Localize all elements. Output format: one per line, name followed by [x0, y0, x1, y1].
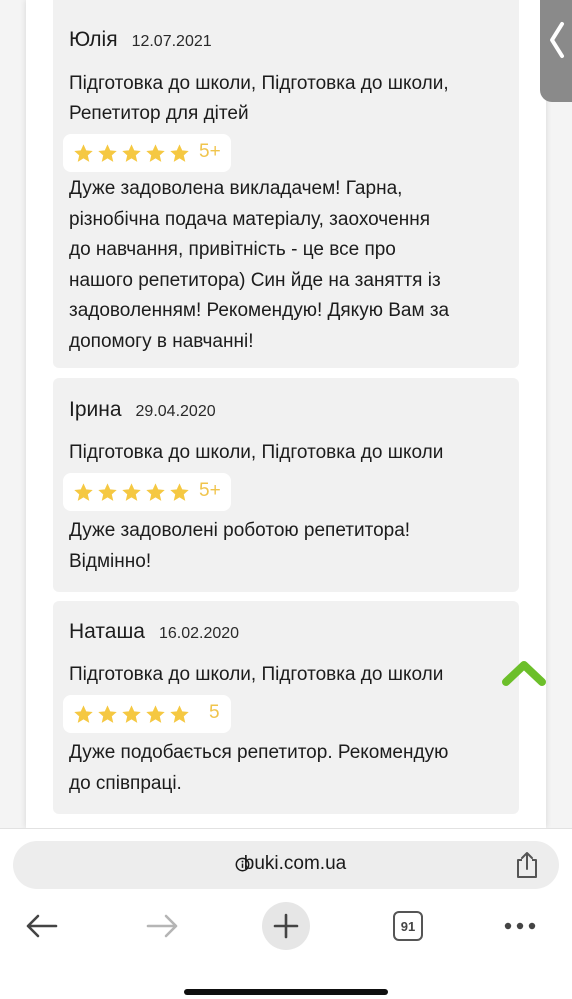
review-card: Ірина 29.04.2020 Підготовка до школи, Пі…: [53, 378, 519, 592]
more-button[interactable]: [500, 899, 540, 953]
review-text: Дуже задоволені роботою репетитора! Відм…: [69, 516, 507, 577]
plus-icon: [273, 913, 299, 939]
browser-toolbar: buki.com.ua 91: [0, 828, 572, 999]
star-icon: [122, 143, 141, 162]
reviews-column: Юлія 12.07.2021 Підготовка до школи, Під…: [26, 0, 546, 828]
review-subject: Підготовка до школи, Підготовка до школи: [69, 438, 503, 468]
review-text-line: задоволенням! Рекомендую! Дякую Вам за: [69, 300, 450, 321]
star-icon: [98, 143, 117, 162]
back-button[interactable]: [20, 899, 62, 953]
arrow-right-icon: [146, 914, 178, 938]
review-text: Дуже задоволена викладачем! Гарна, різно…: [69, 174, 507, 357]
star-icon: [146, 143, 165, 162]
page-viewport: Юлія 12.07.2021 Підготовка до школи, Під…: [0, 0, 572, 828]
star-rating: [73, 143, 190, 164]
tabs-icon: 91: [393, 911, 423, 941]
review-text-line: до навчання, привітність - це все про: [69, 239, 396, 260]
review-date: 16.02.2020: [158, 625, 240, 642]
review-text-line: Дуже подобається репетитор. Рекомендую: [69, 742, 449, 763]
home-indicator[interactable]: [184, 989, 388, 995]
review-date: 12.07.2021: [131, 33, 212, 50]
star-icon: [74, 143, 93, 162]
rating-badge: 5: [63, 695, 231, 733]
review-text-line: Відмінно!: [69, 550, 152, 572]
review-card: Наташа 16.02.2020 Підготовка до школи, П…: [53, 601, 519, 814]
review-text-line: різнобічна подача матеріалу, заохочення: [69, 208, 430, 230]
review-date: 29.04.2020: [135, 403, 216, 420]
star-icon: [122, 482, 141, 501]
review-text-line: Дуже задоволені роботою репетитора!: [69, 520, 411, 541]
star-icon: [98, 482, 117, 501]
star-icon: [74, 482, 93, 501]
rating-value: 5+: [199, 141, 221, 162]
share-icon[interactable]: [514, 851, 540, 879]
review-text-line: Дуже задоволена викладачем! Гарна,: [69, 178, 403, 199]
new-tab-button[interactable]: [262, 899, 310, 953]
review-text-line: до співпраці.: [69, 772, 182, 794]
review-text-line: допомогу в навчанні!: [69, 330, 254, 352]
review-header: Ірина 29.04.2020: [69, 398, 216, 422]
star-rating: [73, 482, 190, 503]
star-icon: [122, 704, 141, 723]
review-header: Наташа 16.02.2020: [69, 620, 239, 644]
reviewer-name: Юлія: [69, 28, 118, 51]
tabs-button[interactable]: 91: [388, 899, 428, 953]
review-text-line: нашого репетитора) Син йде на заняття із: [69, 269, 441, 291]
arrow-left-icon: [26, 914, 58, 938]
more-dots-icon: [504, 922, 536, 930]
chevron-left-icon: [550, 22, 564, 58]
star-icon: [146, 704, 165, 723]
review-subject-line: Репетитор для дітей: [69, 103, 249, 124]
review-card: Юлія 12.07.2021 Підготовка до школи, Під…: [53, 0, 519, 368]
review-text: Дуже подобається репетитор. Рекомендую д…: [69, 738, 507, 799]
url-display: buki.com.ua: [13, 853, 559, 875]
reviewer-name: Ірина: [69, 398, 122, 421]
review-subject: Підготовка до школи, Підготовка до школи…: [69, 69, 503, 129]
rating-badge: 5+: [63, 134, 231, 172]
star-rating: [73, 704, 190, 725]
address-bar[interactable]: buki.com.ua: [13, 841, 559, 889]
review-subject-line: Підготовка до школи, Підготовка до школи: [69, 664, 444, 685]
star-icon: [146, 482, 165, 501]
side-panel-tab[interactable]: [540, 0, 572, 102]
rating-badge: 5+: [63, 473, 231, 511]
review-subject-line: Підготовка до школи, Підготовка до школи: [69, 442, 444, 463]
review-header: Юлія 12.07.2021: [69, 28, 212, 52]
new-tab-circle: [262, 902, 310, 950]
star-icon: [170, 143, 189, 162]
scroll-to-top-button[interactable]: [500, 656, 548, 690]
review-subject-line: Підготовка до школи, Підготовка до школи…: [69, 73, 449, 94]
review-subject: Підготовка до школи, Підготовка до школи: [69, 660, 503, 690]
rating-value: 5+: [199, 480, 221, 501]
star-icon: [170, 704, 189, 723]
reviewer-name: Наташа: [69, 620, 145, 643]
star-icon: [170, 482, 189, 501]
tab-count: 91: [400, 918, 416, 934]
star-icon: [98, 704, 117, 723]
rating-value: 5: [209, 702, 220, 723]
forward-button[interactable]: [142, 899, 184, 953]
star-icon: [74, 704, 93, 723]
url-text: buki.com.ua: [243, 853, 347, 874]
